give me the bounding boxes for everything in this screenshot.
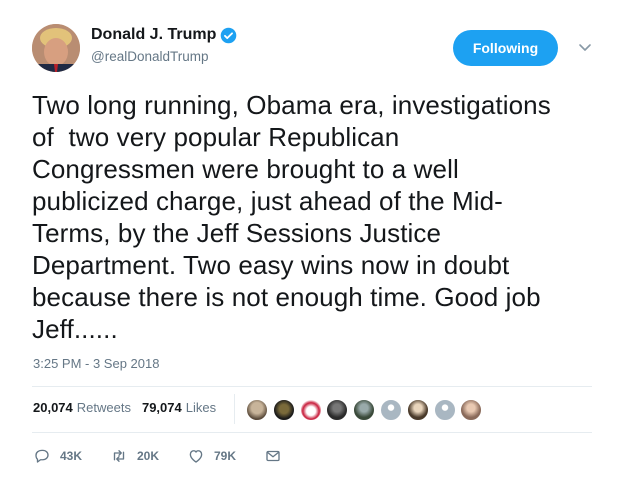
liker-avatar[interactable] — [326, 399, 349, 421]
divider — [32, 386, 592, 387]
author-handle[interactable]: @realDonaldTrump — [91, 49, 237, 64]
author-display-name[interactable]: Donald J. Trump — [91, 26, 216, 44]
following-button[interactable]: Following — [453, 30, 558, 66]
author-name-block: Donald J. Trump @realDonaldTrump — [91, 26, 237, 64]
retweets-label[interactable]: Retweets — [77, 400, 131, 415]
likes-count[interactable]: 79,074 — [142, 400, 182, 415]
stats-separator — [234, 394, 235, 424]
reply-button[interactable]: 43K — [33, 447, 88, 465]
chevron-down-icon[interactable] — [577, 39, 593, 55]
liker-avatar[interactable] — [299, 399, 322, 421]
liker-avatars — [246, 399, 487, 421]
divider — [32, 432, 592, 433]
retweet-button[interactable]: 20K — [110, 447, 165, 465]
tweet-actions: 43K 20K 79K — [33, 447, 313, 465]
liker-avatar[interactable] — [460, 399, 483, 421]
like-button[interactable]: 79K — [187, 447, 242, 465]
like-count: 79K — [214, 449, 237, 463]
reply-count: 43K — [60, 449, 83, 463]
author-avatar[interactable] — [32, 24, 80, 72]
envelope-icon — [266, 450, 280, 462]
liker-avatar[interactable] — [433, 399, 456, 421]
verified-badge-icon — [220, 27, 237, 44]
retweet-count: 20K — [137, 449, 160, 463]
tweet-timestamp[interactable]: 3:25 PM - 3 Sep 2018 — [33, 356, 159, 371]
likes-label[interactable]: Likes — [186, 400, 216, 415]
liker-avatar[interactable] — [406, 399, 429, 421]
liker-avatar[interactable] — [272, 399, 295, 421]
retweets-count[interactable]: 20,074 — [33, 400, 73, 415]
retweet-icon — [113, 450, 125, 462]
liker-avatar[interactable] — [353, 399, 376, 421]
tweet-stats: 20,074 Retweets 79,074 Likes — [33, 400, 227, 415]
reply-icon — [35, 449, 49, 463]
liker-avatar[interactable] — [246, 399, 268, 421]
heart-icon — [189, 450, 203, 463]
direct-message-button[interactable] — [264, 447, 291, 465]
tweet-text: Two long running, Obama era, investigati… — [32, 90, 551, 344]
liker-avatar[interactable] — [379, 399, 402, 421]
tweet-header: Donald J. Trump @realDonaldTrump Followi… — [32, 22, 602, 76]
